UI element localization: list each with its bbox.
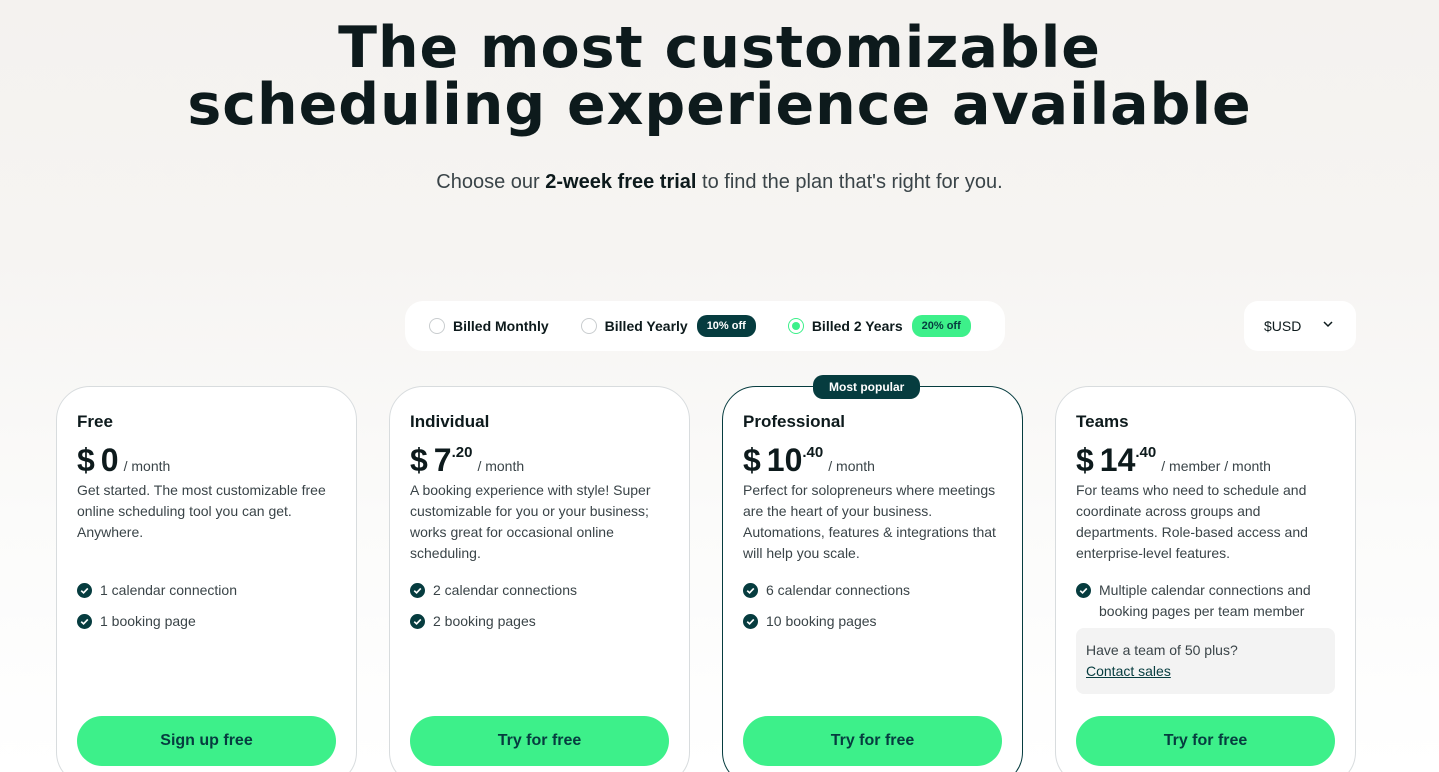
price-cents: .40	[1135, 444, 1157, 461]
billing-option-2-years[interactable]: Billed 2 Years 20% off	[787, 315, 971, 337]
plan-name: Free	[77, 412, 113, 431]
title-line-2: scheduling experience available	[187, 72, 1252, 138]
feature-text: 6 calendar connections	[766, 582, 910, 598]
check-circle-icon	[743, 614, 758, 629]
enterprise-callout: Have a team of 50 plus? Contact sales	[1076, 628, 1335, 694]
price-amount: 14	[1099, 442, 1136, 478]
currency-symbol: $	[743, 442, 761, 478]
chevron-down-icon	[1323, 321, 1333, 328]
billing-period-selector: Billed Monthly Billed Yearly 10% off Bil…	[405, 301, 1005, 351]
feature-item: 1 booking page	[77, 611, 336, 632]
discount-badge-yearly: 10% off	[696, 315, 756, 337]
plan-price: $10 .40 / month	[743, 442, 1002, 480]
currency-select[interactable]: $USD	[1244, 301, 1356, 351]
plan-description: A booking experience with style! Super c…	[410, 482, 651, 561]
check-circle-icon	[410, 583, 425, 598]
feature-item: 2 calendar connections	[410, 580, 669, 601]
billing-label-2-years: Billed 2 Years	[811, 318, 903, 334]
feature-text: 2 booking pages	[433, 613, 536, 629]
check-circle-icon	[743, 583, 758, 598]
feature-item: 2 booking pages	[410, 611, 669, 632]
plan-name: Teams	[1076, 412, 1129, 431]
plan-description: Get started. The most customizable free …	[77, 482, 326, 540]
feature-item: 1 calendar connection	[77, 580, 336, 601]
plan-description: Perfect for solopreneurs where meetings …	[743, 482, 996, 561]
plan-card-professional: Most popular Professional $10 .40 / mont…	[722, 375, 1023, 772]
check-circle-icon	[410, 614, 425, 629]
plan-price: $7 .20 / month	[410, 442, 669, 480]
subtitle-text-post: to find the plan that's right for you.	[696, 171, 1003, 193]
feature-list: 2 calendar connections 2 booking pages	[410, 580, 669, 632]
price-unit: / month	[477, 458, 525, 474]
plan-price: $14 .40 / member / month	[1076, 442, 1335, 480]
check-circle-icon	[1076, 583, 1091, 598]
plan-card-teams: Teams $14 .40 / member / month For teams…	[1055, 386, 1356, 772]
currency-symbol: $	[77, 442, 95, 478]
price-cents: .40	[802, 444, 824, 461]
try-for-free-button[interactable]: Try for free	[743, 716, 1002, 766]
price-cents: .20	[451, 444, 473, 461]
plan-card-free: Free $0 / month Get started. The most cu…	[56, 386, 357, 772]
feature-item: 10 booking pages	[743, 611, 1002, 632]
free-trial-highlight: 2-week free trial	[545, 171, 697, 193]
page-title: The most customizable scheduling experie…	[0, 20, 1439, 134]
price-amount: 0	[100, 442, 119, 478]
feature-text: 2 calendar connections	[433, 582, 577, 598]
billing-option-yearly[interactable]: Billed Yearly 10% off	[580, 315, 756, 337]
plan-description: For teams who need to schedule and coord…	[1076, 482, 1308, 561]
plan-name: Individual	[410, 412, 490, 431]
feature-list: Multiple calendar connections and bookin…	[1076, 580, 1335, 622]
price-unit: / member / month	[1161, 458, 1271, 474]
feature-text: Multiple calendar connections and bookin…	[1099, 582, 1311, 619]
try-for-free-button[interactable]: Try for free	[1076, 716, 1335, 766]
hero-subtitle: Choose our 2-week free trial to find the…	[0, 171, 1439, 194]
radio-yearly[interactable]	[580, 318, 597, 334]
radio-2-years[interactable]	[787, 318, 804, 334]
currency-symbol: $	[410, 442, 428, 478]
price-amount: 10	[766, 442, 803, 478]
feature-list: 1 calendar connection 1 booking page	[77, 580, 336, 632]
discount-badge-2-years: 20% off	[911, 315, 971, 337]
currency-value: $USD	[1264, 318, 1302, 334]
contact-sales-link[interactable]: Contact sales	[1086, 661, 1325, 682]
try-for-free-button[interactable]: Try for free	[410, 716, 669, 766]
price-unit: / month	[828, 458, 875, 474]
sign-up-free-button[interactable]: Sign up free	[77, 716, 336, 766]
feature-list: 6 calendar connections 10 booking pages	[743, 580, 1002, 632]
price-amount: 7	[433, 442, 452, 478]
feature-text: 1 booking page	[100, 613, 196, 629]
most-popular-badge: Most popular	[813, 375, 921, 399]
check-circle-icon	[77, 614, 92, 629]
feature-item: 6 calendar connections	[743, 580, 1002, 601]
plan-price: $0 / month	[77, 442, 336, 480]
feature-item: Multiple calendar connections and bookin…	[1076, 580, 1335, 622]
plan-card-individual: Individual $7 .20 / month A booking expe…	[389, 386, 690, 772]
plan-name: Professional	[743, 412, 846, 431]
billing-option-monthly[interactable]: Billed Monthly	[429, 318, 549, 334]
feature-text: 10 booking pages	[766, 613, 877, 629]
price-unit: / month	[123, 458, 171, 474]
radio-monthly[interactable]	[429, 318, 445, 334]
currency-symbol: $	[1076, 442, 1094, 478]
team-note: Have a team of 50 plus?	[1086, 642, 1238, 658]
billing-label-yearly: Billed Yearly	[604, 318, 688, 334]
subtitle-text-pre: Choose our	[436, 171, 546, 193]
title-line-1: The most customizable	[338, 15, 1101, 81]
check-circle-icon	[77, 583, 92, 598]
billing-label-monthly: Billed Monthly	[453, 318, 549, 334]
feature-text: 1 calendar connection	[100, 582, 237, 598]
